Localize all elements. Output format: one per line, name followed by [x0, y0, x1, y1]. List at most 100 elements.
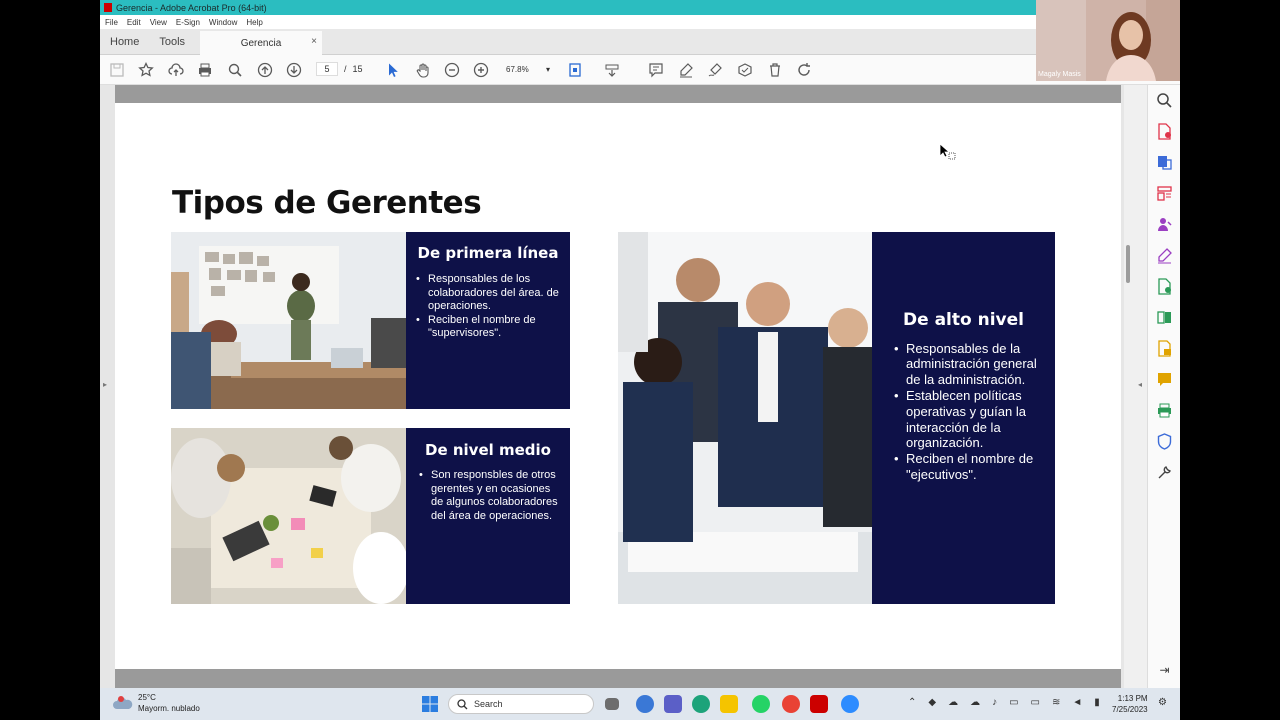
- highlight-pen-icon[interactable]: [677, 62, 695, 78]
- volume-icon[interactable]: ◄: [1072, 697, 1082, 708]
- display-icon[interactable]: ▭: [1031, 697, 1040, 708]
- save-icon[interactable]: [108, 62, 126, 78]
- taskbar-clock[interactable]: 1:13 PM 7/25/2023: [1112, 693, 1148, 715]
- create-pdf-icon[interactable]: [1156, 123, 1173, 140]
- search-icon: [457, 698, 468, 709]
- bookmark-star-icon[interactable]: [137, 62, 155, 78]
- upload-cloud-icon[interactable]: [167, 62, 185, 78]
- close-tab-icon[interactable]: ×: [311, 36, 317, 47]
- organize-pages-icon[interactable]: [1156, 185, 1173, 202]
- cloud-sync-icon[interactable]: ☁: [970, 697, 980, 708]
- zoom-level-select[interactable]: 67.8% ▾: [504, 62, 552, 77]
- presenter-name: Magaly Masis: [1038, 71, 1081, 78]
- chevron-up-icon[interactable]: ⌃: [908, 697, 916, 708]
- vertical-scrollbar[interactable]: ◂: [1124, 85, 1147, 688]
- more-tools-icon[interactable]: [1156, 464, 1173, 481]
- acrobat-window: Gerencia - Adobe Acrobat Pro (64-bit) Fi…: [100, 0, 1180, 688]
- scrollbar-thumb[interactable]: [1126, 245, 1130, 283]
- task-view-icon[interactable]: [605, 698, 619, 710]
- clock-date: 7/25/2023: [1112, 705, 1148, 714]
- select-cursor-icon[interactable]: [384, 62, 402, 78]
- slide-title: Tipos de Gerentes: [172, 185, 482, 221]
- mouse-cursor-icon: [939, 143, 956, 160]
- teams-icon[interactable]: [664, 695, 682, 713]
- print-production-icon[interactable]: [1156, 402, 1173, 419]
- screen: Gerencia - Adobe Acrobat Pro (64-bit) Fi…: [0, 0, 1280, 720]
- document-viewport[interactable]: ▸ Tipos de Gerentes De primera línea • R…: [100, 85, 1147, 688]
- settings-gear-icon[interactable]: ⚙: [1158, 697, 1167, 708]
- zoom-search-icon[interactable]: [226, 62, 244, 78]
- battery-icon[interactable]: ▮: [1094, 697, 1100, 708]
- microphone-icon[interactable]: ♪: [992, 697, 997, 708]
- comment-tool-icon[interactable]: [1156, 371, 1173, 388]
- sticky-notes-icon[interactable]: [720, 695, 738, 713]
- menu-window[interactable]: Window: [209, 18, 237, 27]
- chrome-icon[interactable]: [782, 695, 800, 713]
- system-tray: ⌃ ◆ ☁ ☁ ♪ ▭ ▭ ≋ ◄ ▮: [908, 697, 1100, 708]
- export-pdf-icon[interactable]: [1156, 154, 1173, 171]
- windows-taskbar: 25°C Mayorm. nublado Search ⌃ ◆ ☁ ☁ ♪ ▭: [100, 688, 1180, 720]
- chat-app-icon[interactable]: [636, 695, 654, 713]
- page-separator: /: [344, 64, 347, 74]
- edit-pdf-icon[interactable]: [1156, 278, 1173, 295]
- taskbar-search[interactable]: Search: [448, 694, 594, 714]
- panel-first-line: De primera línea Responsables de los col…: [406, 232, 570, 409]
- tab-tools[interactable]: Tools: [149, 36, 195, 48]
- main-toolbar: 5 / 15 67.8% ▾: [100, 55, 1180, 85]
- page-number-input[interactable]: 5: [316, 62, 338, 76]
- search-icon[interactable]: [1156, 92, 1173, 109]
- edge-icon[interactable]: [692, 695, 710, 713]
- teams-tray-icon[interactable]: ◆: [928, 697, 936, 708]
- bullet-item: Responsables de los colaboradores del ár…: [416, 273, 562, 314]
- zoom-in-icon[interactable]: [472, 62, 490, 78]
- sign-icon[interactable]: [706, 62, 724, 78]
- bullet-item: Establecen políticas operativas y guían …: [894, 388, 1045, 451]
- acrobat-icon: [104, 3, 112, 12]
- menu-edit[interactable]: Edit: [127, 18, 141, 27]
- page-fit-icon[interactable]: [566, 62, 584, 78]
- zoom-app-icon[interactable]: [841, 695, 859, 713]
- rotate-icon[interactable]: [795, 62, 813, 78]
- keyboard-icon[interactable]: ▭: [1009, 697, 1018, 708]
- weather-description: Mayorm. nublado: [138, 704, 200, 713]
- clock-time: 1:13 PM: [1117, 694, 1148, 703]
- zoom-out-icon[interactable]: [443, 62, 461, 78]
- windows-start-icon[interactable]: [422, 696, 438, 712]
- zoom-level-value: 67.8%: [506, 65, 529, 74]
- protect-shield-icon[interactable]: [1156, 433, 1173, 450]
- comment-icon[interactable]: [647, 62, 665, 78]
- combine-files-icon[interactable]: [1156, 309, 1173, 326]
- right-panel-toggle-icon[interactable]: ◂: [1138, 380, 1142, 389]
- onedrive-icon[interactable]: ☁: [948, 697, 958, 708]
- left-panel-toggle-icon[interactable]: ▸: [103, 380, 107, 389]
- menu-help[interactable]: Help: [246, 18, 262, 27]
- meeting-photo: [171, 232, 406, 409]
- tab-home[interactable]: Home: [100, 36, 149, 48]
- menu-esign[interactable]: E-Sign: [176, 18, 200, 27]
- delete-icon[interactable]: [766, 62, 784, 78]
- wifi-icon[interactable]: ≋: [1052, 697, 1060, 708]
- acrobat-taskbar-icon[interactable]: [810, 695, 828, 713]
- weather-widget[interactable]: 25°C Mayorm. nublado: [112, 692, 200, 714]
- scroll-mode-icon[interactable]: [603, 62, 621, 78]
- executives-photo: [618, 232, 872, 604]
- hand-tool-icon[interactable]: [414, 62, 432, 78]
- next-page-edge: [115, 669, 1121, 688]
- print-icon[interactable]: [196, 62, 214, 78]
- bullet-item: Son responsbles de otros gerentes y en o…: [419, 469, 562, 523]
- title-bar: Gerencia - Adobe Acrobat Pro (64-bit): [100, 0, 1180, 15]
- next-page-icon[interactable]: [285, 62, 303, 78]
- stamp-icon[interactable]: [736, 62, 754, 78]
- teamwork-photo: [171, 428, 406, 604]
- window-title: Gerencia - Adobe Acrobat Pro (64-bit): [116, 2, 267, 13]
- menu-file[interactable]: File: [105, 18, 118, 27]
- whatsapp-icon[interactable]: [752, 695, 770, 713]
- prepare-form-icon[interactable]: [1156, 340, 1173, 357]
- tab-document[interactable]: Gerencia ×: [200, 31, 322, 55]
- fill-sign-icon[interactable]: [1156, 247, 1173, 264]
- collapse-sidebar-icon[interactable]: ⇥: [1156, 663, 1173, 680]
- previous-page-icon[interactable]: [256, 62, 274, 78]
- request-signature-icon[interactable]: [1156, 216, 1173, 233]
- menu-view[interactable]: View: [150, 18, 167, 27]
- bullet-item: Reciben el nombre de "ejecutivos".: [894, 451, 1045, 483]
